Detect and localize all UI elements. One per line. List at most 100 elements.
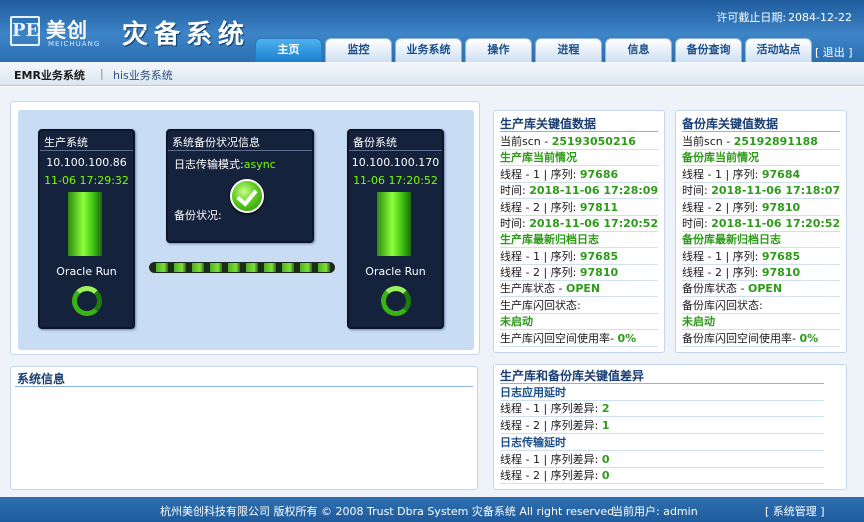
- logo-mark: PE: [10, 16, 40, 46]
- main-nav: 主页 监控 业务系统 操作 进程 信息 备份查询 活动站点: [255, 38, 815, 62]
- status-ring-icon: [381, 286, 411, 316]
- standby-system-box: 备份系统 10.100.100.170 11-06 17:20:52 Oracl…: [347, 129, 444, 329]
- prod-flash-use-value: 0%: [617, 332, 637, 345]
- prod-flashback-usage: 生产库闪回空间使用率- 0%: [500, 331, 658, 347]
- transfer-thread-2: 线程 - 2 | 序列差异: 0: [500, 468, 824, 484]
- prod-scn: 当前scn - 25193050216: [500, 134, 658, 150]
- primary-system-title: 生产系统: [44, 136, 88, 149]
- backup-scn-value: 25192891188: [733, 135, 818, 148]
- prod-db-state: 生产库状态 - OPEN: [500, 281, 658, 297]
- backup-state-value: OPEN: [747, 282, 783, 295]
- prod-t1-seq: 97686: [579, 168, 619, 181]
- standby-run-status: Oracle Run: [365, 265, 426, 278]
- nav-tab-active-site[interactable]: 活动站点: [745, 38, 812, 62]
- ap1-label: 线程 - 1 | 序列差异:: [500, 402, 602, 415]
- license-label: 许可截止日期:: [716, 11, 787, 24]
- backup-archive-title: 备份库最新归档日志: [682, 232, 840, 248]
- backup-a2-seq: 97810: [761, 266, 801, 279]
- prod-thread-1: 线程 - 1 | 序列: 97686: [500, 167, 658, 183]
- log-transfer-mode: 日志传输模式:async: [174, 156, 276, 172]
- prod-state-label: 生产库状态 -: [500, 282, 566, 295]
- prod-archive-1: 线程 - 1 | 序列: 97685: [500, 249, 658, 265]
- backup-scn-label: 当前scn -: [682, 135, 734, 148]
- prod-a2-seq: 97810: [579, 266, 619, 279]
- prod-a1-label: 线程 - 1 | 序列:: [500, 250, 580, 263]
- prod-thread-2: 线程 - 2 | 序列: 97811: [500, 200, 658, 216]
- backup-archive-2: 线程 - 2 | 序列: 97810: [682, 265, 840, 281]
- backup-key-values-panel: 备份库关键值数据 当前scn - 25192891188 备份库当前情况 线程 …: [675, 110, 847, 353]
- nav-tab-backup-query[interactable]: 备份查询: [675, 38, 742, 62]
- prod-t2-time-label: 时间:: [500, 217, 530, 230]
- copyright-text: 杭州美创科技有限公司 版权所有 © 2008 Trust Dbra System…: [160, 505, 618, 518]
- ap2-value: 1: [601, 419, 610, 432]
- backup-t2-label: 线程 - 2 | 序列:: [682, 201, 762, 214]
- backup-flashback-value: 未启动: [682, 314, 840, 330]
- prod-archive-title: 生产库最新归档日志: [500, 232, 658, 248]
- nav-tab-home[interactable]: 主页: [255, 38, 322, 62]
- tr2-label: 线程 - 2 | 序列差异:: [500, 469, 602, 482]
- tab-emr-system[interactable]: EMR业务系统: [14, 67, 85, 83]
- backup-a1-seq: 97685: [761, 250, 801, 263]
- prod-t2-time: 2018-11-06 17:20:52: [529, 217, 659, 230]
- nav-tab-monitor[interactable]: 监控: [325, 38, 392, 62]
- backup-flashback-usage: 备份库闪回空间使用率- 0%: [682, 331, 840, 347]
- backup-flash-use-value: 0%: [799, 332, 819, 345]
- prod-a1-seq: 97685: [579, 250, 619, 263]
- logo-cn-text: 美创: [46, 18, 88, 42]
- prod-t1-time-label: 时间:: [500, 184, 530, 197]
- nav-tab-business[interactable]: 业务系统: [395, 38, 462, 62]
- divider: [349, 150, 442, 151]
- app-header: PE 美创 MEICHUANG 灾备系统 许可截止日期: 2084-12-22 主…: [0, 0, 864, 62]
- backup-flashback-label: 备份库闪回状态:: [682, 298, 840, 314]
- backup-thread-2: 线程 - 2 | 序列: 97810: [682, 200, 840, 216]
- business-system-tabs: EMR业务系统 | his业务系统: [0, 62, 864, 86]
- license-date: 2084-12-22: [788, 11, 852, 24]
- prod-flash-use-label: 生产库闪回空间使用率-: [500, 332, 618, 345]
- logout-link[interactable]: [ 退出 ]: [815, 44, 853, 60]
- primary-health-bar: [68, 192, 102, 256]
- log-transfer-mode-label: 日志传输模式:: [174, 158, 244, 171]
- divider: [40, 150, 133, 151]
- prod-flashback-value: 未启动: [500, 314, 658, 330]
- apply-thread-1: 线程 - 1 | 序列差异: 2: [500, 401, 824, 417]
- prod-state-value: OPEN: [565, 282, 601, 295]
- difference-panel: 生产库和备份库关键值差异 日志应用延时 线程 - 1 | 序列差异: 2 线程 …: [493, 364, 847, 490]
- divider: [15, 386, 473, 387]
- standby-system-title: 备份系统: [353, 136, 397, 149]
- apply-thread-2: 线程 - 2 | 序列差异: 1: [500, 418, 824, 434]
- ap1-value: 2: [601, 402, 610, 415]
- nav-tab-info[interactable]: 信息: [605, 38, 672, 62]
- primary-run-status: Oracle Run: [56, 265, 117, 278]
- tab-his-system[interactable]: his业务系统: [113, 67, 173, 83]
- tab-separator: |: [100, 67, 104, 80]
- check-ok-icon: [230, 179, 264, 213]
- prod-t1-time: 2018-11-06 17:28:09: [529, 184, 659, 197]
- backup-thread-2-time: 时间: 2018-11-06 17:20:52: [682, 216, 840, 232]
- backup-db-state: 备份库状态 - OPEN: [682, 281, 840, 297]
- backup-thread-1: 线程 - 1 | 序列: 97684: [682, 167, 840, 183]
- tr2-value: 0: [601, 469, 610, 482]
- license-info: 许可截止日期: 2084-12-22: [714, 9, 852, 25]
- prod-thread-2-time: 时间: 2018-11-06 17:20:52: [500, 216, 658, 232]
- primary-system-box: 生产系统 10.100.100.86 11-06 17:29:32 Oracle…: [38, 129, 135, 329]
- nav-tab-process[interactable]: 进程: [535, 38, 602, 62]
- primary-time: 11-06 17:29:32: [44, 174, 129, 187]
- backup-t1-time-label: 时间:: [682, 184, 712, 197]
- prod-archive-2: 线程 - 2 | 序列: 97810: [500, 265, 658, 281]
- backup-current-title: 备份库当前情况: [682, 150, 840, 166]
- current-user: 当前用户: admin: [612, 503, 698, 519]
- prod-a2-label: 线程 - 2 | 序列:: [500, 266, 580, 279]
- backup-t1-label: 线程 - 1 | 序列:: [682, 168, 762, 181]
- nav-tab-operation[interactable]: 操作: [465, 38, 532, 62]
- current-user-value: admin: [663, 505, 698, 518]
- backup-archive-1: 线程 - 1 | 序列: 97685: [682, 249, 840, 265]
- logo-en-text: MEICHUANG: [48, 40, 101, 48]
- standby-ip: 10.100.100.170: [351, 156, 440, 169]
- backup-t2-time: 2018-11-06 17:20:52: [711, 217, 841, 230]
- backup-scn: 当前scn - 25192891188: [682, 134, 840, 150]
- backup-t1-time: 2018-11-06 17:18:07: [711, 184, 841, 197]
- backup-a1-label: 线程 - 1 | 序列:: [682, 250, 762, 263]
- prod-scn-value: 25193050216: [551, 135, 636, 148]
- backup-state-label: 备份状况:: [174, 209, 222, 222]
- system-admin-link[interactable]: [ 系统管理 ]: [765, 503, 825, 519]
